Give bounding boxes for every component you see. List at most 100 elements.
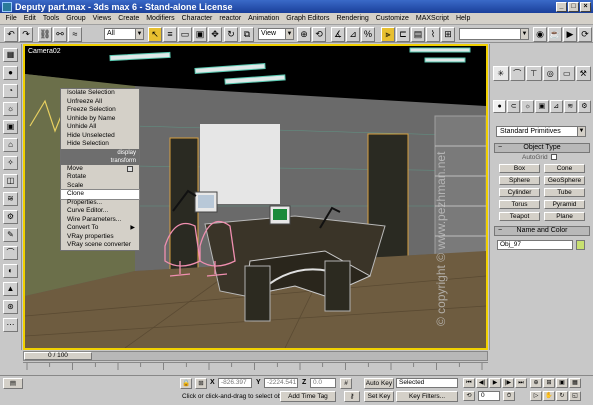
tab-create[interactable]: ✳ xyxy=(493,66,509,81)
systems-icon[interactable]: ⚙ xyxy=(577,100,591,113)
auto-key-button[interactable]: Auto Key xyxy=(364,378,394,389)
undo-icon[interactable]: ↶ xyxy=(4,27,18,42)
mirror-icon[interactable]: ⫸ xyxy=(381,27,395,42)
cameras-icon[interactable]: ▣ xyxy=(535,100,549,113)
menu-help[interactable]: Help xyxy=(452,15,473,22)
time-slider-thumb[interactable]: 0 / 100 xyxy=(24,352,92,360)
geometry-icon[interactable]: ● xyxy=(493,100,507,113)
x-coordinate-field[interactable]: -826.397 xyxy=(218,378,252,388)
key-mode-dropdown[interactable]: Selected xyxy=(396,378,458,388)
tool-sphere-icon[interactable]: ● xyxy=(3,66,18,80)
tool-shape-icon[interactable]: ◔ xyxy=(3,84,18,98)
grid-settings-icon[interactable]: # xyxy=(340,378,352,389)
tool-reactor-icon[interactable]: ⊛ xyxy=(3,300,18,314)
maximize-button[interactable]: □ xyxy=(568,1,579,12)
close-button[interactable]: × xyxy=(580,1,591,12)
named-selection-dropdown[interactable]: ▼ xyxy=(459,28,529,40)
menu-item-hide-unselected[interactable]: Hide Unselected xyxy=(61,132,139,141)
menu-item-freeze-selection[interactable]: Freeze Selection xyxy=(61,106,139,115)
menu-item-unhide-all[interactable]: Unhide All xyxy=(61,123,139,132)
autogrid-checkbox[interactable]: AutoGrid xyxy=(522,154,557,161)
window-crossing-icon[interactable]: ▣ xyxy=(193,27,207,42)
tool-render-icon[interactable]: ▲ xyxy=(3,282,18,296)
tool-misc-icon[interactable]: ⋯ xyxy=(3,318,18,332)
primitive-type-dropdown[interactable]: Standard Primitives ▼ xyxy=(496,126,586,137)
play-icon[interactable]: ▶ xyxy=(489,378,501,388)
menu-item-vray-properties[interactable]: VRay properties xyxy=(61,233,139,242)
menu-item-isolate-selection[interactable]: Isolate Selection xyxy=(61,89,139,98)
go-to-start-icon[interactable]: ⏮ xyxy=(463,378,475,388)
tool-particle-icon[interactable]: ✧ xyxy=(3,156,18,170)
key-mode-toggle-icon[interactable]: ⟲ xyxy=(463,391,475,401)
menu-file[interactable]: File xyxy=(2,15,20,22)
tool-helper-icon[interactable]: ⌂ xyxy=(3,138,18,152)
settings-box-icon[interactable] xyxy=(127,165,133,172)
align-icon[interactable]: ⊏ xyxy=(396,27,410,42)
unlink-icon[interactable]: ⚯ xyxy=(53,27,67,42)
tab-display[interactable]: ▭ xyxy=(559,66,575,81)
render-scene-icon[interactable]: ☕ xyxy=(548,27,562,42)
menu-maxscript[interactable]: MAXScript xyxy=(412,15,452,22)
next-frame-icon[interactable]: |▶ xyxy=(502,378,514,388)
link-icon[interactable]: ⛓ xyxy=(38,27,52,42)
torus-button[interactable]: Torus xyxy=(499,200,540,209)
tool-light-icon[interactable]: ☼ xyxy=(3,102,18,116)
zoom-extents-all-icon[interactable]: ▦ xyxy=(569,378,581,388)
angle-snap-icon[interactable]: ⊿ xyxy=(346,27,360,42)
cylinder-button[interactable]: Cylinder xyxy=(499,188,540,197)
time-configuration-icon[interactable]: ⏱ xyxy=(503,391,515,401)
viewport-label[interactable]: Camera02 xyxy=(28,48,61,55)
teapot-button[interactable]: Teapot xyxy=(499,212,540,221)
object-color-swatch[interactable] xyxy=(576,240,585,250)
region-select-icon[interactable]: ▭ xyxy=(178,27,192,42)
tool-camera-icon[interactable]: ▣ xyxy=(3,120,18,134)
menu-item-unhide-by-name[interactable]: Unhide by Name xyxy=(61,115,139,124)
menu-item-clone[interactable]: Clone xyxy=(60,189,140,200)
select-and-move-icon[interactable]: ✥ xyxy=(208,27,222,42)
spacewarps-icon[interactable]: ≋ xyxy=(563,100,577,113)
timeline-track[interactable] xyxy=(23,362,488,374)
tool-modifier-icon[interactable]: ✎ xyxy=(3,228,18,242)
menu-character[interactable]: Character xyxy=(178,15,216,22)
menu-item-rotate[interactable]: Rotate xyxy=(61,173,139,182)
menu-item-unfreeze-all[interactable]: Unfreeze All xyxy=(61,98,139,107)
reference-coord-dropdown[interactable]: View ▼ xyxy=(258,28,294,40)
cone-button[interactable]: Cone xyxy=(544,164,585,173)
curve-editor-icon[interactable]: ⌇ xyxy=(426,27,440,42)
tool-box-icon[interactable]: ▦ xyxy=(3,48,18,62)
helpers-icon[interactable]: ⊿ xyxy=(549,100,563,113)
tool-spacewarp-icon[interactable]: ≋ xyxy=(3,192,18,206)
current-frame-field[interactable]: 0 xyxy=(478,391,500,401)
select-and-scale-icon[interactable]: ⧉ xyxy=(240,27,254,42)
object-name-field[interactable]: Obj_97 xyxy=(497,240,573,250)
schematic-view-icon[interactable]: ⊞ xyxy=(441,27,455,42)
tab-hierarchy[interactable]: ⊤ xyxy=(526,66,542,81)
menu-item-scale[interactable]: Scale xyxy=(61,182,139,191)
key-icon[interactable]: ⚷ xyxy=(344,391,360,402)
quick-render-icon[interactable]: ▶ xyxy=(563,27,577,42)
lock-selection-icon[interactable]: 🔒 xyxy=(180,378,192,389)
menu-rendering[interactable]: Rendering xyxy=(333,15,372,22)
box-button[interactable]: Box xyxy=(499,164,540,173)
menu-item-hide-selection[interactable]: Hide Selection xyxy=(61,140,139,149)
absolute-mode-icon[interactable]: ⊞ xyxy=(195,378,207,389)
maximize-viewport-icon[interactable]: ◱ xyxy=(569,391,581,401)
minimize-button[interactable]: _ xyxy=(556,1,567,12)
menu-item-wire-parameters[interactable]: Wire Parameters... xyxy=(61,216,139,225)
percent-snap-icon[interactable]: % xyxy=(361,27,375,42)
zoom-extents-icon[interactable]: ▣ xyxy=(556,378,568,388)
menu-reactor[interactable]: reactor xyxy=(216,15,245,22)
select-and-rotate-icon[interactable]: ↻ xyxy=(224,27,238,42)
menu-item-convert-to[interactable]: Convert To ▶ xyxy=(61,224,139,233)
set-key-button[interactable]: Set Key xyxy=(364,391,394,402)
tool-material-icon[interactable]: ◐ xyxy=(3,264,18,278)
select-by-name-icon[interactable]: ≡ xyxy=(163,27,177,42)
menu-views[interactable]: Views xyxy=(89,15,115,22)
bind-spacewarp-icon[interactable]: ≈ xyxy=(68,27,82,42)
previous-frame-icon[interactable]: ◀| xyxy=(476,378,488,388)
time-slider[interactable]: 0 / 100 xyxy=(23,351,488,361)
selection-filter-dropdown[interactable]: All ▼ xyxy=(104,28,144,40)
menu-graph-editors[interactable]: Graph Editors xyxy=(283,15,333,22)
render-last-icon[interactable]: ⟳ xyxy=(578,27,592,42)
tool-system-icon[interactable]: ⚙ xyxy=(3,210,18,224)
